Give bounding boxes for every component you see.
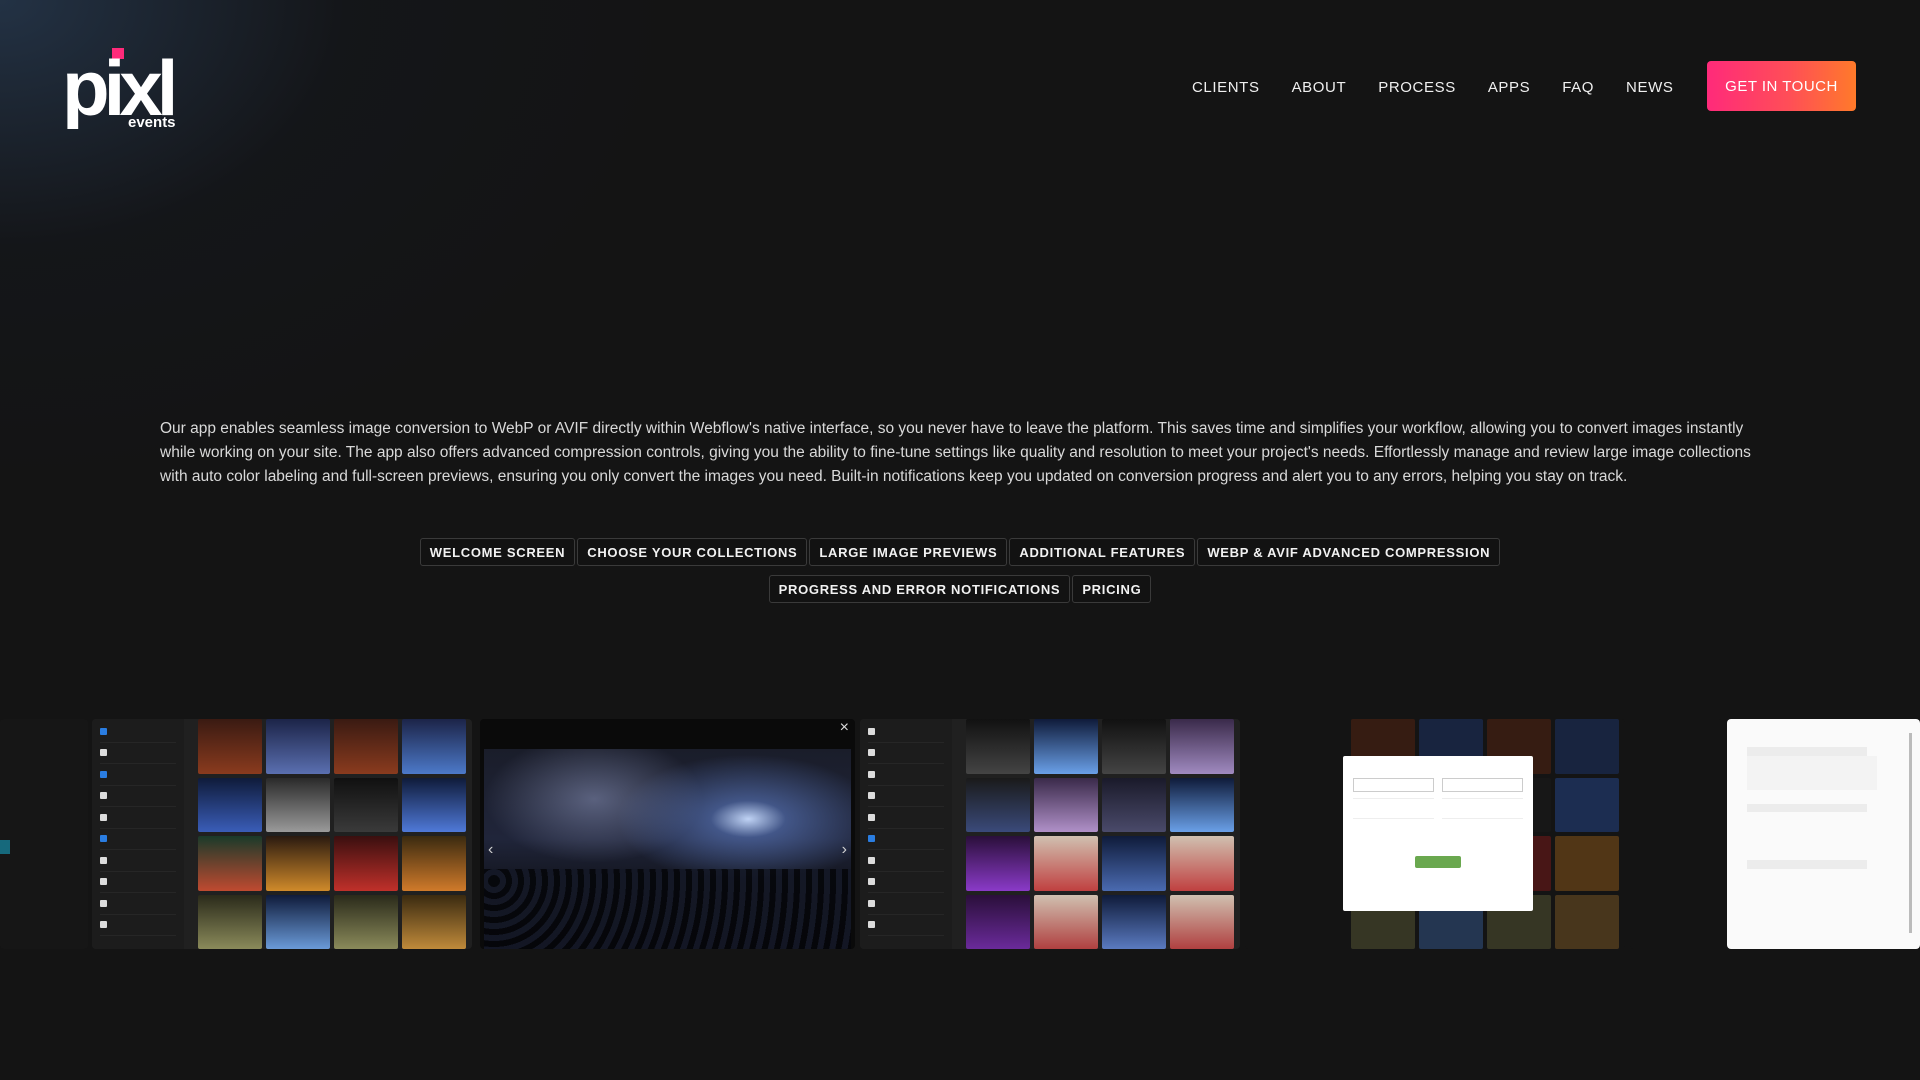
carousel-slide-notifications-bg[interactable] bbox=[1630, 719, 1722, 949]
report-scrollbar[interactable] bbox=[1909, 733, 1912, 933]
compression-option-right-2[interactable] bbox=[1442, 818, 1523, 838]
nav-about[interactable]: ABOUT bbox=[1292, 79, 1347, 96]
nav-clients[interactable]: CLIENTS bbox=[1192, 79, 1260, 96]
features-image-grid bbox=[966, 719, 1234, 949]
svg-text:events: events bbox=[128, 114, 176, 129]
pixl-events-logo[interactable]: pixl events bbox=[62, 44, 188, 132]
quality-field[interactable] bbox=[1353, 778, 1434, 792]
tab-pricing[interactable]: PRICING bbox=[1072, 575, 1152, 603]
preview-close-icon[interactable]: × bbox=[840, 719, 849, 737]
tab-choose-collections[interactable]: CHOOSE YOUR COLLECTIONS bbox=[577, 538, 808, 566]
main-nav: CLIENTS ABOUT PROCESS APPS FAQ NEWS bbox=[1192, 0, 1705, 175]
compression-settings-modal[interactable] bbox=[1343, 756, 1533, 911]
preview-prev-icon[interactable]: ‹ bbox=[488, 841, 493, 859]
tab-additional-features[interactable]: ADDITIONAL FEATURES bbox=[1009, 538, 1196, 566]
tab-progress-error-notifications[interactable]: PROGRESS AND ERROR NOTIFICATIONS bbox=[768, 575, 1071, 603]
carousel-slide-progress-report[interactable] bbox=[1727, 719, 1920, 949]
tab-welcome-screen[interactable]: WELCOME SCREEN bbox=[419, 538, 576, 566]
report-block-2 bbox=[1747, 803, 1920, 847]
compression-option-right[interactable] bbox=[1442, 798, 1523, 818]
welcome-accent-mark bbox=[0, 840, 10, 854]
carousel-slide-collections[interactable] bbox=[92, 719, 472, 949]
concert-crowd bbox=[484, 869, 851, 949]
report-block-1 bbox=[1747, 747, 1920, 790]
screenshot-carousel[interactable]: × ‹ › bbox=[0, 719, 1920, 949]
carousel-slide-welcome[interactable] bbox=[0, 719, 88, 949]
app-description: Our app enables seamless image conversio… bbox=[160, 420, 1751, 485]
compression-option-left-2[interactable] bbox=[1353, 818, 1434, 838]
site-header: pixl events CLIENTS ABOUT PROCESS APPS F… bbox=[0, 0, 1920, 175]
carousel-slide-large-preview[interactable]: × ‹ › bbox=[480, 719, 855, 949]
features-sidebar-mock bbox=[860, 719, 952, 949]
get-in-touch-button[interactable]: GET IN TOUCH bbox=[1707, 61, 1856, 111]
compression-continue-button[interactable] bbox=[1415, 856, 1461, 868]
collections-sidebar-mock bbox=[92, 719, 184, 949]
nav-news[interactable]: NEWS bbox=[1626, 79, 1673, 96]
nav-apps[interactable]: APPS bbox=[1488, 79, 1530, 96]
feature-tabs-row-2: PROGRESS AND ERROR NOTIFICATIONS PRICING bbox=[0, 575, 1920, 603]
tab-webp-avif-compression[interactable]: WEBP & AVIF ADVANCED COMPRESSION bbox=[1197, 538, 1501, 566]
carousel-slide-additional-features[interactable] bbox=[860, 719, 1240, 949]
nav-faq[interactable]: FAQ bbox=[1562, 79, 1594, 96]
report-block-3 bbox=[1747, 860, 1920, 903]
logo-graphic: pixl events bbox=[62, 44, 180, 132]
compression-option-left[interactable] bbox=[1353, 798, 1434, 818]
tab-large-image-previews[interactable]: LARGE IMAGE PREVIEWS bbox=[809, 538, 1008, 566]
alpha-quality-field[interactable] bbox=[1442, 778, 1523, 792]
feature-tabs-row-1: WELCOME SCREEN CHOOSE YOUR COLLECTIONS L… bbox=[0, 538, 1920, 566]
preview-next-icon[interactable]: › bbox=[842, 841, 847, 859]
collections-image-grid bbox=[198, 719, 466, 949]
nav-process[interactable]: PROCESS bbox=[1378, 79, 1456, 96]
